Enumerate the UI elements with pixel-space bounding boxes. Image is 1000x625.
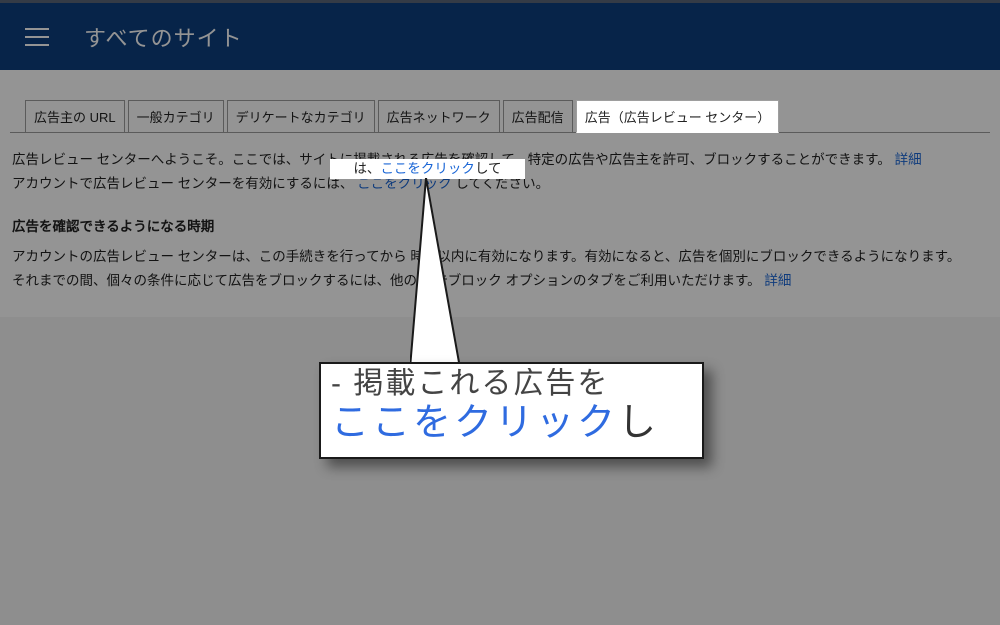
tab-bar: 広告主の URL 一般カテゴリ デリケートなカテゴリ 広告ネットワーク 広告配信… bbox=[25, 100, 990, 133]
callout-big-tail: し bbox=[618, 402, 659, 444]
tab-sensitive-category[interactable]: デリケートなカテゴリ bbox=[227, 100, 375, 133]
callout-big-line: ここをクリックし bbox=[331, 402, 692, 446]
timing-para-a: アカウントの広告レビュー センターは、この手続きを行ってから 時間以内に有効にな… bbox=[12, 245, 990, 269]
tab-ad-review-center[interactable]: 広告（広告レビュー センター） bbox=[576, 100, 780, 133]
tab-ad-serving[interactable]: 広告配信 bbox=[503, 100, 573, 133]
menu-icon[interactable] bbox=[25, 28, 49, 46]
callout-top-partial: - 掲載これる広告を bbox=[331, 368, 692, 400]
spotlight-pre: は、 bbox=[353, 159, 380, 179]
tab-advertiser-url[interactable]: 広告主の URL bbox=[25, 100, 125, 133]
details-link-2[interactable]: 詳細 bbox=[764, 273, 791, 288]
tab-ad-network[interactable]: 広告ネットワーク bbox=[378, 100, 500, 133]
timing-para-b: それまでの間、個々の条件に応じて広告をブロックするには、他の 広告ブロック オプ… bbox=[12, 273, 761, 288]
timing-subhead: 広告を確認できるようになる時期 bbox=[12, 215, 990, 239]
enable-pre: アカウントで広告レビュー センターを有効にするには、 bbox=[12, 176, 353, 191]
spotlight-post: して bbox=[475, 159, 502, 179]
tab-general-category[interactable]: 一般カテゴリ bbox=[128, 100, 224, 133]
page-title: すべてのサイト bbox=[84, 21, 243, 53]
main-content: 広告主の URL 一般カテゴリ デリケートなカテゴリ 広告ネットワーク 広告配信… bbox=[0, 70, 1000, 317]
callout-box: - 掲載これる広告を ここをクリックし bbox=[319, 362, 704, 459]
details-link-1[interactable]: 詳細 bbox=[895, 152, 922, 167]
callout-big-link[interactable]: ここをクリック bbox=[331, 402, 618, 444]
timing-para-b-line: それまでの間、個々の条件に応じて広告をブロックするには、他の 広告ブロック オプ… bbox=[12, 269, 990, 293]
spotlight-strip: は、 ここをクリック して bbox=[330, 159, 525, 179]
app-header: すべてのサイト bbox=[0, 0, 1000, 70]
spotlight-link[interactable]: ここをクリック bbox=[380, 159, 475, 179]
